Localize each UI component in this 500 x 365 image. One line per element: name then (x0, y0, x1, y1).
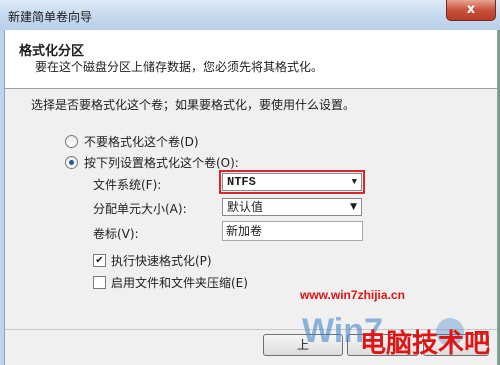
window-title: 新建简单卷向导 (8, 10, 93, 24)
checkbox-empty-icon[interactable] (93, 276, 106, 289)
quick-format-label: 执行快速格式化(P) (111, 254, 212, 268)
volume-label-input[interactable]: 新加卷 (222, 221, 363, 241)
allocation-unit-value: 默认值 (227, 200, 264, 214)
radio-no-format-label: 不要格式化这个卷(D) (84, 135, 199, 149)
watermark-brand: 电脑技术吧 (360, 329, 490, 359)
compression-checkbox[interactable]: 启用文件和文件夹压缩(E) (93, 274, 248, 291)
radio-icon[interactable] (65, 135, 78, 148)
close-icon: x (466, 2, 476, 17)
allocation-unit-label: 分配单元大小(A): (93, 202, 187, 216)
format-question: 选择是否要格式化这个卷；如果要格式化，要使用什么设置。 (31, 98, 356, 112)
checkmark-icon[interactable]: ✔ (93, 254, 106, 267)
compression-label: 启用文件和文件夹压缩(E) (111, 276, 248, 290)
volume-label-label: 卷标(V): (93, 227, 139, 241)
radio-format[interactable]: 按下列设置格式化这个卷(O): (65, 154, 239, 171)
volume-label-value: 新加卷 (226, 224, 263, 238)
close-button[interactable]: x (446, 0, 496, 21)
page-title: 格式化分区 (19, 44, 85, 59)
radio-format-label: 按下列设置格式化这个卷(O): (84, 156, 239, 170)
radio-no-format[interactable]: 不要格式化这个卷(D) (65, 133, 199, 150)
title-bar: 新建简单卷向导 x (0, 0, 500, 30)
file-system-label: 文件系统(F): (93, 178, 162, 192)
watermark-url: www.win7zhijia.cn (300, 288, 405, 302)
watermark-logo: Win7 电脑技术吧 (302, 312, 490, 359)
allocation-unit-select[interactable]: 默认值 ▼ (222, 198, 362, 216)
page-subtitle: 要在这个磁盘分区上储存数据，您必须先将其格式化。 (35, 60, 324, 74)
highlight-box (219, 170, 365, 194)
radio-selected-icon[interactable] (65, 156, 78, 169)
quick-format-checkbox[interactable]: ✔ 执行快速格式化(P) (93, 252, 212, 269)
dropdown-arrow-icon: ▼ (350, 202, 357, 212)
wizard-header: 格式化分区 要在这个磁盘分区上储存数据，您必须先将其格式化。 (5, 30, 497, 89)
